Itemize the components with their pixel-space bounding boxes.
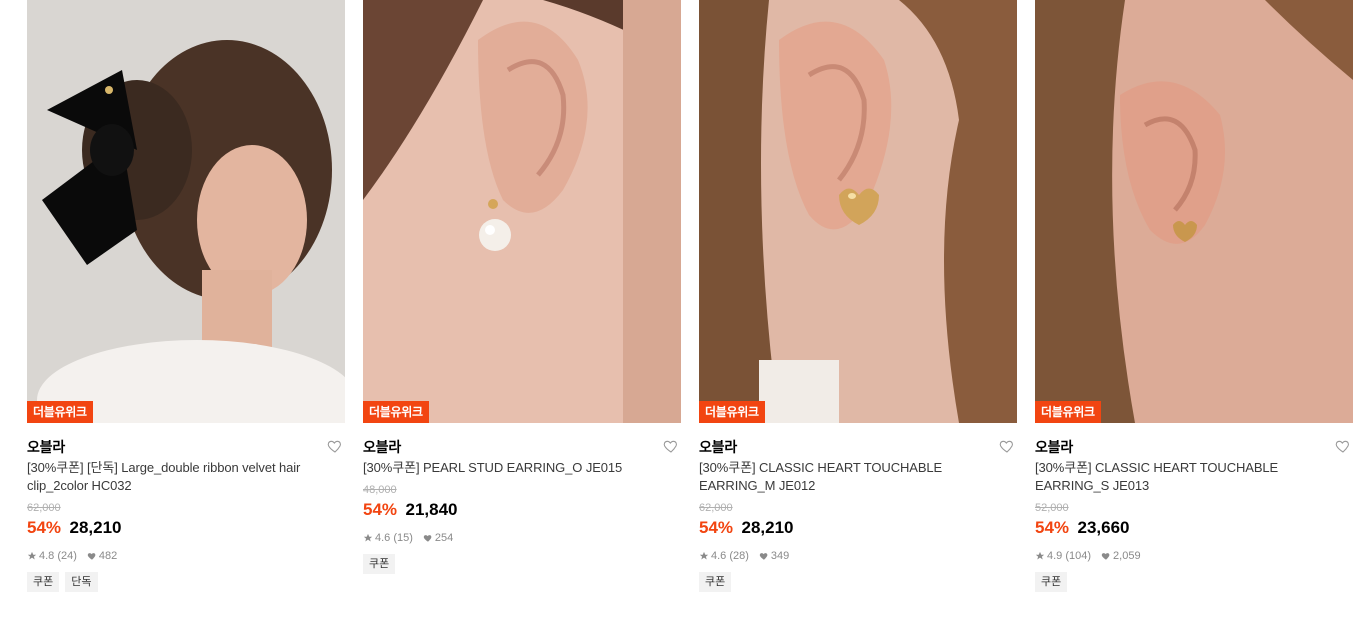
original-price: 48,000 (363, 484, 397, 496)
tag-coupon: 쿠폰 (699, 572, 732, 592)
product-meta: 4.8 (24) 482 (27, 548, 345, 564)
product-image[interactable]: 더블유위크 (1035, 0, 1353, 423)
brand-name[interactable]: 오블라 (699, 435, 1017, 459)
product-card[interactable]: 더블유위크 오블라 [30%쿠폰] [단독] Large_double ribb… (27, 0, 345, 592)
product-title[interactable]: [30%쿠폰] [단독] Large_double ribbon velvet … (27, 459, 327, 495)
product-photo-hair-clip (27, 0, 345, 423)
product-card[interactable]: 더블유위크 오블라 [30%쿠폰] CLASSIC HEART TOUCHABL… (1035, 0, 1353, 592)
sale-price: 28,210 (69, 518, 122, 537)
sale-price: 23,660 (1077, 518, 1130, 537)
tag-coupon: 쿠폰 (363, 554, 396, 574)
discount-rate: 54% (363, 500, 398, 519)
tag-list: 쿠폰 (363, 554, 681, 574)
product-image[interactable]: 더블유위크 (363, 0, 681, 423)
review-count: (24) (57, 550, 77, 562)
tag-exclusive: 단독 (65, 572, 98, 592)
tag-coupon: 쿠폰 (1035, 572, 1068, 592)
star-icon (363, 533, 373, 542)
promo-badge: 더블유위크 (699, 401, 765, 423)
original-price: 62,000 (27, 502, 61, 514)
discount-rate: 54% (1035, 518, 1070, 537)
star-icon (1035, 551, 1045, 560)
product-card[interactable]: 더블유위크 오블라 [30%쿠폰] CLASSIC HEART TOUCHABL… (699, 0, 1017, 592)
like-count: 482 (98, 550, 118, 562)
product-meta: 4.6 (28) 349 (699, 548, 1017, 564)
rating: 4.6 (375, 532, 391, 544)
brand-name[interactable]: 오블라 (363, 435, 681, 459)
review-count: (15) (393, 532, 413, 544)
heart-icon (759, 553, 768, 560)
tag-list: 쿠폰 단독 (27, 572, 345, 592)
sale-price: 21,840 (405, 500, 458, 519)
like-count: 349 (770, 550, 790, 562)
promo-badge: 더블유위크 (1035, 401, 1101, 423)
product-photo-pearl-earring (363, 0, 681, 423)
heart-icon (423, 535, 432, 542)
brand-name[interactable]: 오블라 (27, 435, 345, 459)
discount-rate: 54% (699, 518, 734, 537)
heart-outline-icon[interactable] (327, 438, 345, 456)
rating: 4.6 (711, 550, 727, 562)
product-image[interactable]: 더블유위크 (699, 0, 1017, 423)
review-count: (104) (1065, 550, 1092, 562)
tag-list: 쿠폰 (1035, 572, 1353, 592)
heart-outline-icon[interactable] (999, 438, 1017, 456)
original-price: 62,000 (699, 502, 733, 514)
rating: 4.8 (39, 550, 55, 562)
product-grid: 더블유위크 오블라 [30%쿠폰] [단독] Large_double ribb… (0, 0, 1363, 617)
heart-outline-icon[interactable] (663, 438, 681, 456)
brand-name[interactable]: 오블라 (1035, 435, 1353, 459)
tag-coupon: 쿠폰 (27, 572, 60, 592)
discount-rate: 54% (27, 518, 62, 537)
like-count: 2,059 (1113, 550, 1141, 562)
heart-icon (1101, 553, 1110, 560)
promo-badge: 더블유위크 (27, 401, 93, 423)
product-title[interactable]: [30%쿠폰] PEARL STUD EARRING_O JE015 (363, 459, 663, 477)
star-icon (699, 551, 709, 560)
star-icon (27, 551, 37, 560)
product-image[interactable]: 더블유위크 (27, 0, 345, 423)
product-photo-heart-earring-s (1035, 0, 1353, 423)
product-meta: 4.6 (15) 254 (363, 530, 681, 546)
heart-outline-icon[interactable] (1335, 438, 1353, 456)
product-card[interactable]: 더블유위크 오블라 [30%쿠폰] PEARL STUD EARRING_O J… (363, 0, 681, 574)
rating: 4.9 (1047, 550, 1063, 562)
promo-badge: 더블유위크 (363, 401, 429, 423)
product-meta: 4.9 (104) 2,059 (1035, 548, 1353, 564)
tag-list: 쿠폰 (699, 572, 1017, 592)
review-count: (28) (729, 550, 749, 562)
product-title[interactable]: [30%쿠폰] CLASSIC HEART TOUCHABLE EARRING_… (699, 459, 999, 495)
product-photo-heart-earring-m (699, 0, 1017, 423)
original-price: 52,000 (1035, 502, 1069, 514)
heart-icon (87, 553, 96, 560)
sale-price: 28,210 (741, 518, 794, 537)
product-title[interactable]: [30%쿠폰] CLASSIC HEART TOUCHABLE EARRING_… (1035, 459, 1335, 495)
like-count: 254 (434, 532, 454, 544)
